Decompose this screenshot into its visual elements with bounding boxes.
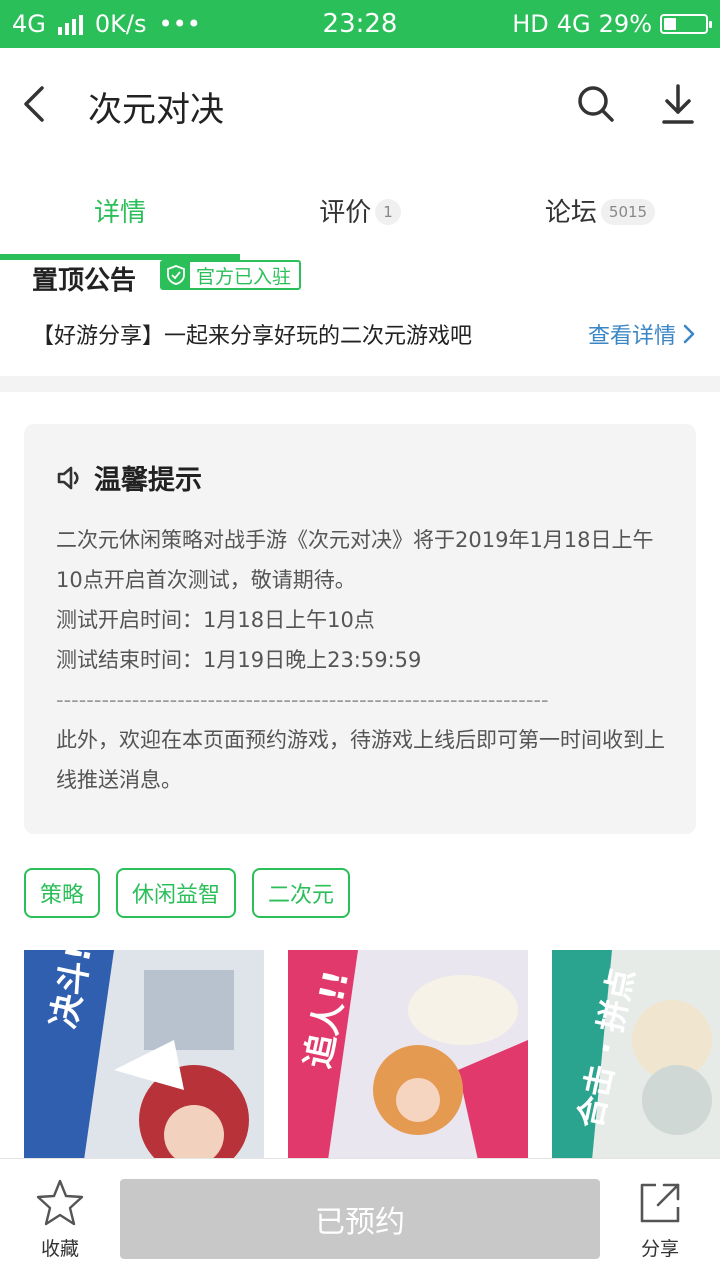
tab-bar: 详情 评价 1 论坛 5015 bbox=[0, 160, 720, 260]
tab-forum[interactable]: 论坛 5015 bbox=[480, 192, 720, 229]
tab-label: 评价 bbox=[319, 198, 372, 228]
game-screenshot-2[interactable]: 追人!! bbox=[288, 950, 528, 1160]
tips-body: 二次元休闲策略对战手游《次元对决》将于2019年1月18日上午10点开启首次测试… bbox=[56, 520, 666, 800]
bottom-action-bar: 收藏 已预约 分享 bbox=[0, 1158, 720, 1281]
favorite-button[interactable]: 收藏 bbox=[30, 1177, 90, 1261]
tab-label: 论坛 bbox=[544, 198, 597, 228]
badge-label: 官方已入驻 bbox=[196, 265, 292, 288]
tab-reviews[interactable]: 评价 1 bbox=[240, 192, 480, 229]
back-arrow-icon[interactable] bbox=[18, 84, 58, 124]
official-badge: 官方已入驻 bbox=[160, 260, 302, 290]
tips-line: 测试开启时间：1月18日上午10点 bbox=[56, 608, 375, 632]
tab-label: 详情 bbox=[93, 198, 146, 228]
section-divider bbox=[0, 376, 720, 392]
star-icon bbox=[36, 1179, 84, 1226]
chevron-right-icon bbox=[683, 324, 695, 344]
forum-count-badge: 5015 bbox=[600, 199, 656, 225]
search-icon[interactable] bbox=[574, 82, 618, 126]
pinned-notice: 置顶公告 官方已入驻 【好游分享】一起来分享好玩的二次元游戏吧 查看详情 bbox=[0, 260, 720, 376]
battery-fill bbox=[664, 18, 676, 30]
game-screenshot-3[interactable]: 合击 · 拼点 bbox=[552, 950, 720, 1160]
view-details-label: 查看详情 bbox=[587, 324, 676, 349]
app-bar: 次元对决 bbox=[0, 48, 720, 160]
speaker-icon bbox=[57, 466, 79, 489]
page-title: 次元对决 bbox=[88, 90, 224, 130]
tag-list: 策略 休闲益智 二次元 bbox=[24, 868, 351, 918]
battery-percent: 29% bbox=[598, 10, 652, 38]
tips-title: 温馨提示 bbox=[94, 465, 202, 496]
tab-details[interactable]: 详情 bbox=[0, 192, 240, 229]
battery-icon bbox=[660, 14, 712, 34]
view-details-link[interactable]: 查看详情 bbox=[588, 318, 696, 350]
tag-anime[interactable]: 二次元 bbox=[252, 868, 351, 918]
status-bar: 4G 0K/s ••• 23:28 HD 4G 29% bbox=[0, 0, 720, 48]
tips-dashed-divider: ----------------------------------------… bbox=[56, 688, 549, 712]
network-type-2: 4G bbox=[556, 10, 591, 38]
hd-indicator: HD bbox=[512, 10, 549, 38]
tips-line: 测试结束时间：1月19日晚上23:59:59 bbox=[56, 648, 422, 672]
tag-casual-puzzle[interactable]: 休闲益智 bbox=[116, 868, 237, 918]
tag-strategy[interactable]: 策略 bbox=[24, 868, 101, 918]
tips-line: 此外，欢迎在本页面预约游戏，待游戏上线后即可第一时间收到上线推送消息。 bbox=[56, 728, 665, 792]
tips-line: 二次元休闲策略对战手游《次元对决》将于2019年1月18日上午10点开启首次测试… bbox=[56, 528, 654, 592]
notice-title: 置顶公告 bbox=[32, 266, 137, 296]
download-icon[interactable] bbox=[656, 82, 700, 126]
share-button[interactable]: 分享 bbox=[630, 1177, 690, 1261]
game-screenshot-1[interactable]: 决斗!! bbox=[24, 950, 264, 1160]
review-count-badge: 1 bbox=[375, 199, 401, 225]
favorite-label: 收藏 bbox=[40, 1238, 79, 1260]
notice-text[interactable]: 【好游分享】一起来分享好玩的二次元游戏吧 bbox=[32, 318, 472, 350]
tips-card: 温馨提示 二次元休闲策略对战手游《次元对决》将于2019年1月18日上午10点开… bbox=[24, 424, 696, 834]
reserved-button[interactable]: 已预约 bbox=[120, 1179, 600, 1259]
share-label: 分享 bbox=[640, 1238, 679, 1260]
share-icon bbox=[640, 1183, 680, 1223]
shield-check-icon bbox=[162, 261, 190, 289]
screenshot-carousel[interactable]: 决斗!! 追人!! 合击 · 拼点 bbox=[24, 950, 720, 1160]
